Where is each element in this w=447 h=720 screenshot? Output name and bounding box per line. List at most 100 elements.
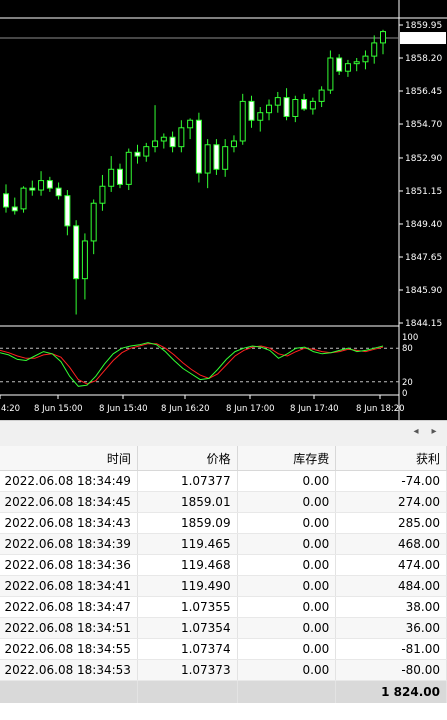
bull-candle <box>178 127 185 148</box>
price-cell: 1.07377 <box>137 470 238 492</box>
total-row: 1 824.00 <box>0 680 447 703</box>
swap-cell: 0.00 <box>237 638 337 660</box>
bear-candle <box>73 225 80 280</box>
bull-candle <box>90 202 97 242</box>
bull-candle <box>344 63 351 72</box>
bull-candle <box>292 99 299 117</box>
bull-candle <box>309 100 316 110</box>
price-chart[interactable]: 1859.95 1858.20 1856.45 1854.70 1852.90 1851.… <box>0 0 447 420</box>
price-cell: 1.07373 <box>137 659 238 681</box>
swap-cell: 0.00 <box>237 596 337 618</box>
bull-candle <box>99 185 106 204</box>
time-tick-label: 8 Jun 15:40 <box>99 404 148 414</box>
header-time[interactable]: 时间 <box>0 446 138 471</box>
profit-cell: 484.00 <box>335 575 447 597</box>
price-tick-label: 1858.20 <box>405 54 442 64</box>
swap-cell: 0.00 <box>237 470 337 492</box>
bear-candle <box>336 57 343 72</box>
oscillator-level-label: 80 <box>402 344 413 354</box>
bull-candle <box>257 112 264 121</box>
table-row[interactable]: 2022.06.08 18:34:45 1859.01 0.00 274.00 <box>0 491 447 513</box>
chart-canvas[interactable]: 1859.95 1858.20 1856.45 1854.70 1852.90 1851.… <box>0 0 447 420</box>
total-empty-cell <box>237 680 337 703</box>
profit-cell: 285.00 <box>335 512 447 534</box>
time-cell: 2022.06.08 18:34:53 <box>0 659 138 681</box>
header-profit[interactable]: 获利 <box>335 446 447 471</box>
price-cell: 1.07355 <box>137 596 238 618</box>
time-cell: 2022.06.08 18:34:55 <box>0 638 138 660</box>
profit-cell: 468.00 <box>335 533 447 555</box>
time-cell: 2022.06.08 18:34:43 <box>0 512 138 534</box>
profit-cell: -74.00 <box>335 470 447 492</box>
bear-candle <box>248 100 255 121</box>
bear-candle <box>283 97 290 117</box>
profit-cell: 38.00 <box>335 596 447 618</box>
bull-candle <box>353 61 360 65</box>
table-row[interactable]: 2022.06.08 18:34:49 1.07377 0.00 -74.00 <box>0 470 447 492</box>
bull-candle <box>230 140 237 148</box>
time-tick-label: 8 Jun 18:20 <box>356 404 405 414</box>
bull-candle <box>187 119 194 129</box>
bull-candle <box>327 57 334 91</box>
bull-candle <box>81 240 88 280</box>
table-row[interactable]: 2022.06.08 18:34:39 119.465 0.00 468.00 <box>0 533 447 555</box>
price-cell: 1.07374 <box>137 638 238 660</box>
price-cell: 119.468 <box>137 554 238 576</box>
total-profit: 1 824.00 <box>335 680 447 703</box>
table-row[interactable]: 2022.06.08 18:34:47 1.07355 0.00 38.00 <box>0 596 447 618</box>
bear-candle <box>3 193 9 208</box>
total-empty-cell <box>0 680 138 703</box>
header-swap[interactable]: 库存费 <box>237 446 337 471</box>
profit-cell: -81.00 <box>335 638 447 660</box>
header-price[interactable]: 价格 <box>137 446 238 471</box>
table-row[interactable]: 2022.06.08 18:34:36 119.468 0.00 474.00 <box>0 554 447 576</box>
bull-candle <box>108 168 115 187</box>
price-tick-label: 1859.95 <box>405 21 442 31</box>
price-tick-label: 1849.40 <box>405 220 442 230</box>
table-row[interactable]: 2022.06.08 18:34:51 1.07354 0.00 36.00 <box>0 617 447 639</box>
swap-cell: 0.00 <box>237 617 337 639</box>
table-row[interactable]: 2022.06.08 18:34:41 119.490 0.00 484.00 <box>0 575 447 597</box>
price-tick-label: 1854.70 <box>405 120 442 130</box>
bear-candle <box>29 187 36 191</box>
time-tick-label: 4:20 <box>1 404 20 414</box>
time-cell: 2022.06.08 18:34:51 <box>0 617 138 639</box>
swap-cell: 0.00 <box>237 575 337 597</box>
trade-table: 时间 价格 库存费 获利 2022.06.08 18:34:49 1.07377 0… <box>0 446 447 720</box>
scroll-right-icon[interactable]: ▸ <box>428 425 440 439</box>
bull-candle <box>125 151 132 185</box>
price-cell: 1.07354 <box>137 617 238 639</box>
oscillator-level-label: 100 <box>402 333 418 343</box>
bull-candle <box>143 146 150 157</box>
bear-candle <box>46 180 53 189</box>
bull-candle <box>371 42 378 57</box>
time-tick-label: 8 Jun 17:00 <box>226 404 275 414</box>
scroll-left-icon[interactable]: ◂ <box>410 425 422 439</box>
total-empty-cell <box>137 680 238 703</box>
bull-candle <box>362 55 369 63</box>
time-cell: 2022.06.08 18:34:45 <box>0 491 138 513</box>
profit-cell: 36.00 <box>335 617 447 639</box>
bear-candle <box>169 136 176 148</box>
table-header-row: 时间 价格 库存费 获利 <box>0 446 447 471</box>
bull-candle <box>160 136 167 142</box>
table-row[interactable]: 2022.06.08 18:34:55 1.07374 0.00 -81.00 <box>0 638 447 660</box>
bull-candle <box>222 146 229 170</box>
bear-candle <box>55 187 62 197</box>
trade-rows: 2022.06.08 18:34:49 1.07377 0.00 -74.00 2022… <box>0 470 447 703</box>
bull-candle <box>318 89 325 102</box>
swap-cell: 0.00 <box>237 512 337 534</box>
table-row[interactable]: 2022.06.08 18:34:53 1.07373 0.00 -80.00 <box>0 659 447 681</box>
price-cell: 119.465 <box>137 533 238 555</box>
oscillator-signal-line <box>0 343 384 385</box>
bull-candle <box>20 187 27 210</box>
time-tick-label: 8 Jun 15:00 <box>34 404 83 414</box>
table-row[interactable]: 2022.06.08 18:34:43 1859.09 0.00 285.00 <box>0 512 447 534</box>
bull-candle <box>239 100 246 142</box>
bull-candle <box>204 144 211 174</box>
bear-candle <box>116 168 123 185</box>
table-scrollbar[interactable]: ◂ ▸ <box>0 420 447 443</box>
oscillator-level-label: 0 <box>402 389 407 399</box>
time-cell: 2022.06.08 18:34:47 <box>0 596 138 618</box>
price-cell: 1859.09 <box>137 512 238 534</box>
